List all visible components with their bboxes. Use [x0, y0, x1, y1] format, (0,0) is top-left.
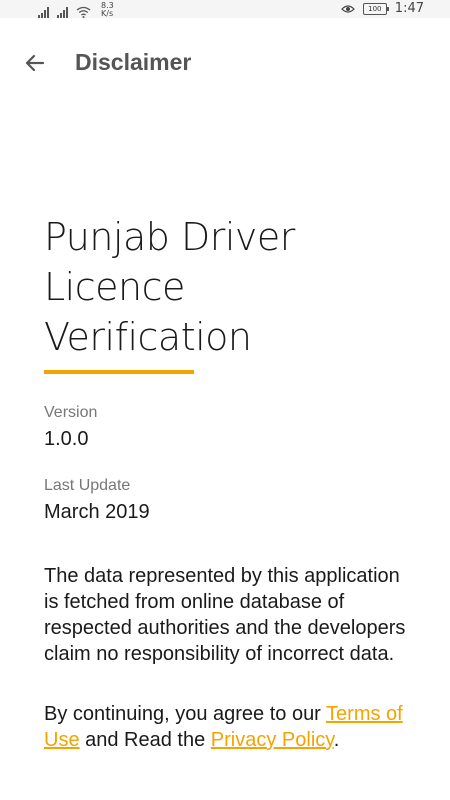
version-label: Version	[44, 404, 98, 421]
agreement-suffix: .	[333, 729, 340, 751]
signal-icon	[38, 6, 49, 18]
clock: 1:47	[394, 1, 424, 16]
wifi-icon	[76, 6, 91, 18]
last-update-value: March 2019	[44, 501, 150, 523]
agreement-text: By continuing, you agree to our Terms of…	[44, 701, 414, 753]
signal-icon	[57, 6, 68, 18]
status-bar: 8.3 K/s 100 1:47	[0, 0, 450, 18]
privacy-policy-link[interactable]: Privacy Policy	[211, 729, 334, 751]
version-value: 1.0.0	[44, 428, 89, 450]
app-title-line: Punjab Driver	[44, 215, 295, 259]
agreement-prefix: By continuing, you agree to our	[44, 703, 327, 725]
battery-icon: 100	[362, 2, 389, 15]
agreement-middle: and Read the	[79, 729, 211, 751]
app-title-line: Licence	[44, 265, 185, 309]
network-speed: 8.3 K/s	[101, 2, 114, 18]
app-title: Punjab Driver Licence Verification	[44, 212, 414, 362]
last-update-label: Last Update	[44, 477, 131, 494]
app-toolbar: Disclaimer	[0, 18, 450, 108]
back-button[interactable]	[16, 44, 54, 82]
disclaimer-text: The data represented by this application…	[44, 565, 406, 665]
app-title-line: Verification	[44, 315, 252, 359]
page-title: Disclaimer	[75, 49, 192, 75]
status-bar-right: 100 1:47	[340, 1, 424, 16]
title-underline	[44, 370, 194, 374]
disclaimer-content: Punjab Driver Licence Verification Versi…	[44, 212, 414, 753]
eye-comfort-icon	[340, 4, 355, 13]
arrow-left-icon	[25, 54, 45, 72]
network-speed-unit: K/s	[101, 9, 114, 18]
status-bar-left: 8.3 K/s	[38, 2, 114, 18]
